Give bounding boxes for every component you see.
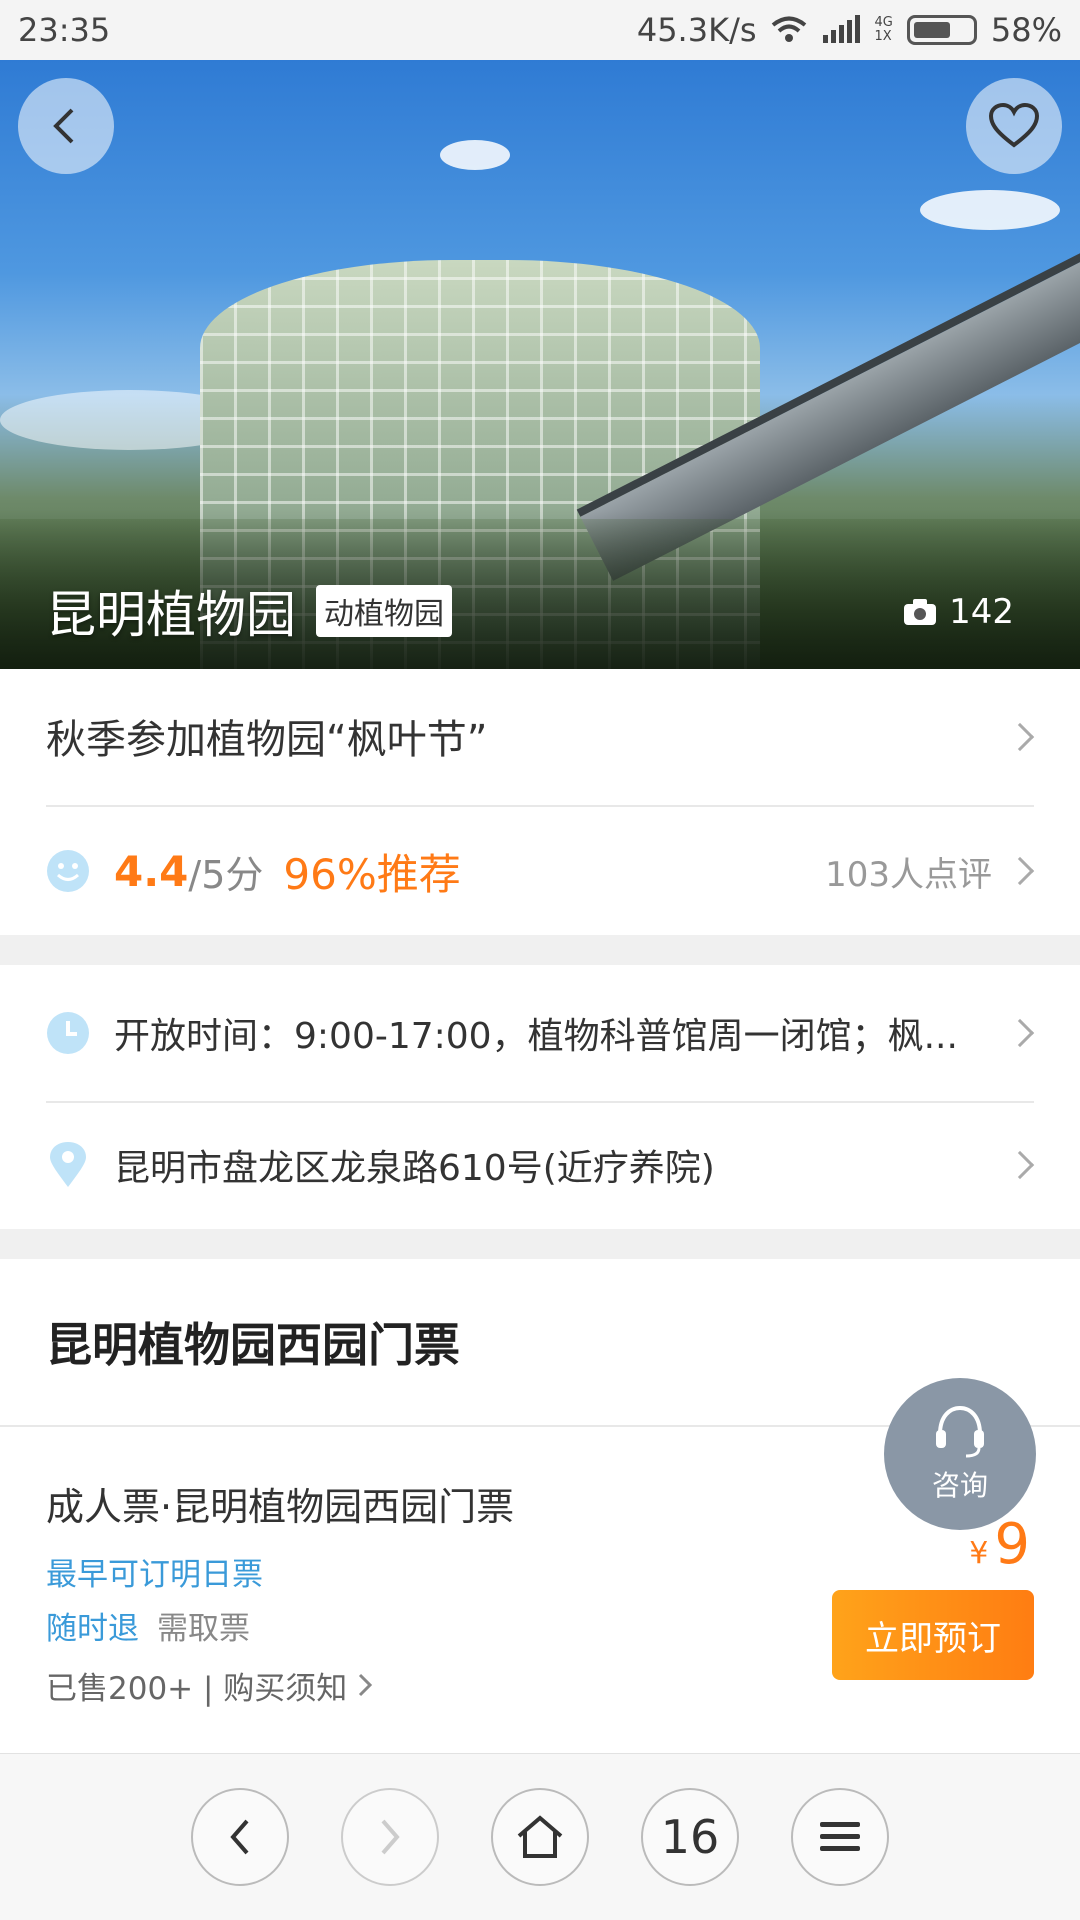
back-button[interactable] [18, 78, 114, 174]
address: 昆明市盘龙区龙泉路610号(近疗养院) [114, 1148, 715, 1189]
status-indicators: 45.3K/s 4G 1X 58% [637, 11, 1062, 49]
network-type-top: 4G [874, 15, 893, 30]
attraction-title: 昆明植物园 [46, 586, 296, 644]
hours-row[interactable]: 开放时间：9:00-17:00，植物科普馆周一闭馆；枫... [46, 1005, 1034, 1061]
battery-icon [906, 15, 977, 45]
nav-menu-button[interactable] [791, 1788, 889, 1886]
review-count: 103人点评 [825, 854, 992, 895]
divider [46, 805, 1034, 807]
promo-text: 秋季参加植物园“枫叶节” [46, 717, 488, 763]
photo-count[interactable]: 142 [903, 592, 1014, 632]
chevron-right-icon [381, 1819, 400, 1855]
consult-label: 咨询 [931, 1469, 988, 1502]
pickup-policy: 需取票 [157, 1610, 250, 1647]
price-value: 9 [994, 1512, 1030, 1577]
category-tag: 动植物园 [316, 585, 452, 637]
ticket-earliest-row: 最早可订明日票 [46, 1549, 1034, 1593]
nav-back-button[interactable] [191, 1788, 289, 1886]
nav-forward-button[interactable] [341, 1788, 439, 1886]
rating-scale: /5分 [188, 852, 264, 897]
rating-row[interactable]: 4.4 /5分 96%推荐 103人点评 [46, 843, 1034, 899]
chevron-left-icon [230, 1819, 249, 1855]
camera-icon [904, 599, 937, 625]
cell-signal-icon [822, 15, 860, 43]
location-pin-icon [50, 1142, 86, 1187]
home-icon [517, 1815, 563, 1858]
promo-row[interactable]: 秋季参加植物园“枫叶节” [46, 711, 1034, 763]
divider [46, 1101, 1034, 1103]
chevron-left-icon [53, 108, 74, 144]
recommend-rate: 96%推荐 [283, 849, 461, 899]
rating-score: 4.4 [114, 846, 189, 896]
status-bar: 23:35 45.3K/s 4G 1X 58% [0, 0, 1080, 60]
photo-count-value: 142 [949, 592, 1014, 632]
ticket-item[interactable]: 成人票·昆明植物园西园门票 [46, 1475, 1034, 1531]
refund-policy: 随时退 [46, 1610, 139, 1647]
info-card: 开放时间：9:00-17:00，植物科普馆周一闭馆；枫... 昆明市盘龙区龙泉路… [0, 965, 1080, 1229]
smile-icon [47, 850, 89, 892]
opening-hours: 开放时间：9:00-17:00，植物科普馆周一闭馆；枫... [114, 1016, 958, 1057]
summary-card: 秋季参加植物园“枫叶节” 4.4 /5分 96%推荐 103人点评 [0, 669, 1080, 935]
ticket-section-title: 昆明植物园西园门票 [46, 1318, 460, 1372]
battery-percent: 58% [990, 11, 1062, 49]
favorite-button[interactable] [966, 78, 1062, 174]
currency-symbol: ¥ [969, 1536, 989, 1571]
book-now-button[interactable]: 立即预订 [832, 1590, 1034, 1680]
attraction-header: 昆明植物园 动植物园 [46, 575, 452, 647]
menu-icon [820, 1822, 860, 1851]
bottom-nav: 16 [0, 1753, 1080, 1920]
address-row[interactable]: 昆明市盘龙区龙泉路610号(近疗养院) [46, 1135, 1034, 1195]
headset-icon [936, 1405, 984, 1458]
network-speed: 45.3K/s [636, 11, 757, 49]
network-type-bottom: 1X [874, 29, 892, 44]
consult-button[interactable]: 咨询 [884, 1378, 1036, 1530]
network-type: 4G 1X [875, 16, 893, 44]
ticket-section-header: 昆明植物园西园门票 [46, 1307, 1034, 1377]
nav-home-button[interactable] [491, 1788, 589, 1886]
nav-tabs-button[interactable]: 16 [641, 1788, 739, 1886]
sold-and-notice: 已售200+ | 购买须知 [46, 1670, 348, 1707]
ticket-name: 成人票·昆明植物园西园门票 [46, 1484, 515, 1529]
status-time: 23:35 [18, 11, 111, 49]
wifi-icon [771, 16, 806, 42]
clock-icon [47, 1012, 89, 1054]
chevron-right-icon [359, 1673, 373, 1697]
heart-icon [988, 103, 1040, 148]
earliest-booking: 最早可订明日票 [46, 1556, 263, 1593]
